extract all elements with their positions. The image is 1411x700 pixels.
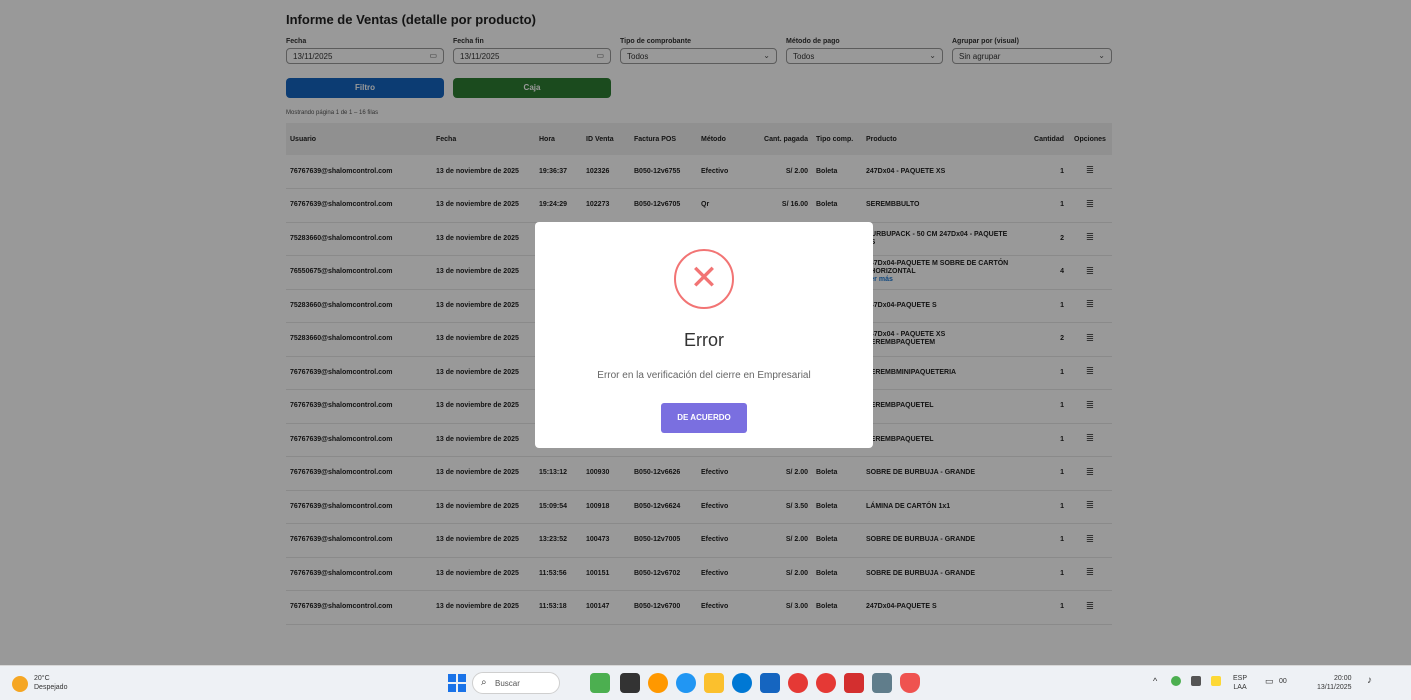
tray-icon[interactable] [1171, 676, 1181, 686]
notif-count[interactable]: 00 [1279, 677, 1287, 686]
brave-icon[interactable] [900, 673, 920, 693]
error-x-icon: ✕ [674, 249, 734, 309]
weather-temp: 20°C [34, 675, 50, 682]
app-icon[interactable] [676, 673, 696, 693]
search-icon: ⌕ [481, 677, 487, 688]
app-icon[interactable] [844, 673, 864, 693]
app-icon[interactable] [620, 673, 640, 693]
edge-icon[interactable] [732, 673, 752, 693]
opera-icon[interactable] [816, 673, 836, 693]
tray-icon[interactable] [1191, 676, 1201, 686]
dialog-title: Error [684, 330, 724, 350]
network-icon[interactable]: ▭ [1265, 677, 1274, 686]
windows-start-icon[interactable] [448, 674, 466, 692]
folder-icon[interactable] [704, 673, 724, 693]
weather-desc: Despejado [34, 684, 68, 691]
clock[interactable]: 20:00 13/11/2025 [1317, 674, 1352, 692]
store-icon[interactable] [760, 673, 780, 693]
tray-icon[interactable] [1211, 676, 1221, 686]
chevron-up-icon[interactable]: ^ [1153, 677, 1157, 686]
chrome-icon[interactable] [788, 673, 808, 693]
sun-icon [12, 676, 28, 692]
system-tray: ^ ESP LAA ▭ 00 20:00 13/11/2025 ♪ [1153, 670, 1403, 696]
language-indicator[interactable]: ESP LAA [1233, 674, 1247, 692]
bell-icon[interactable]: ♪ [1367, 676, 1372, 686]
dialog-message: Error en la verificación del cierre en E… [597, 370, 811, 381]
ok-button[interactable]: DE ACUERDO [661, 403, 747, 433]
taskbar-search[interactable]: ⌕ Buscar [472, 672, 560, 694]
app-icon[interactable] [648, 673, 668, 693]
taskbar: 20°C Despejado ⌕ Buscar ^ ESP LAA ▭ 00 2… [0, 665, 1411, 700]
error-dialog: ✕ Error Error en la verificación del cie… [535, 222, 873, 448]
app-icon[interactable] [872, 673, 892, 693]
app-icon[interactable] [590, 673, 610, 693]
